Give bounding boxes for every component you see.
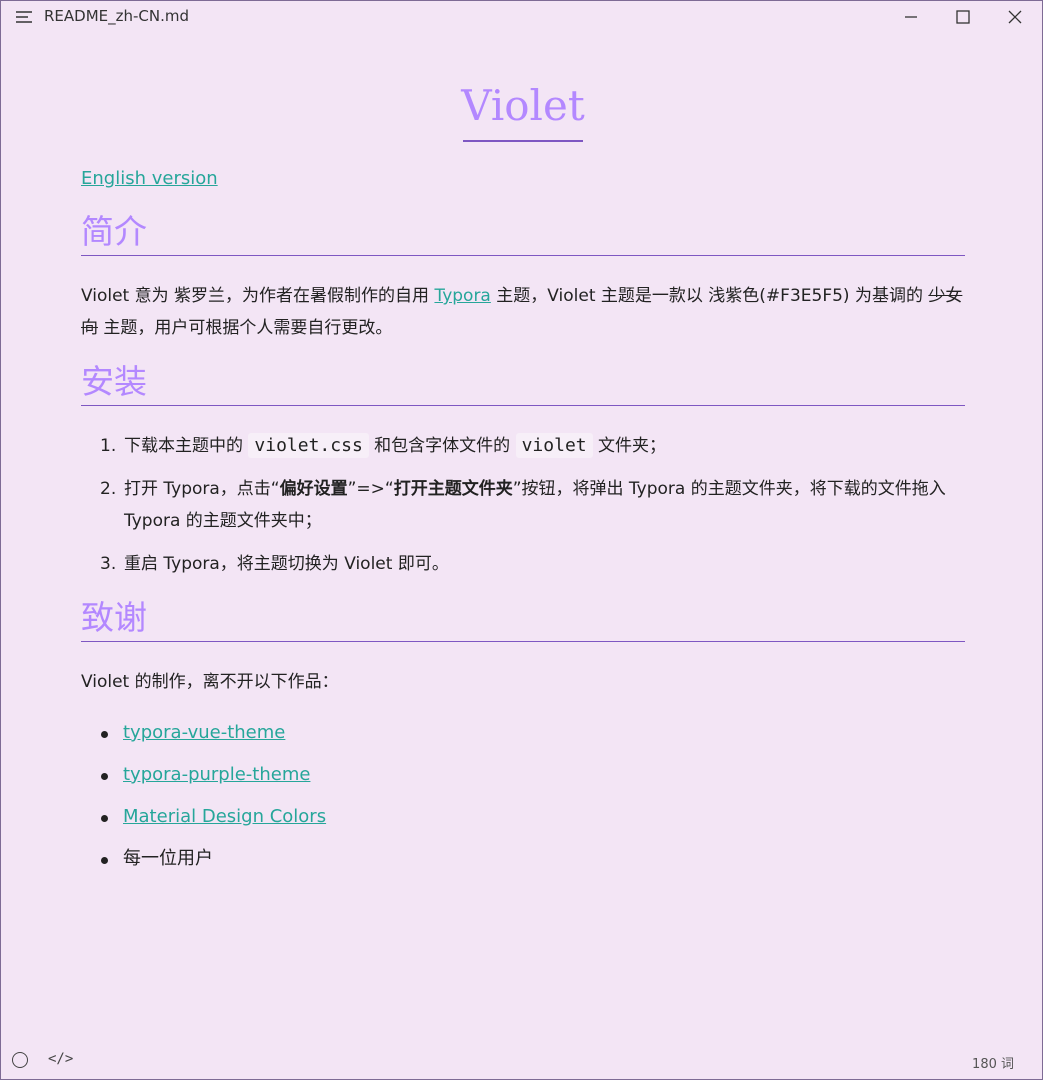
english-version-link[interactable]: English version <box>81 168 218 189</box>
document-title: Violet <box>461 81 585 130</box>
list-item: typora-purple-theme <box>81 759 965 791</box>
thanks-link[interactable]: Material Design Colors <box>123 806 326 827</box>
list-item: 1. 下载本主题中的 violet.css 和包含字体文件的 violet 文件… <box>81 430 965 462</box>
app-window: README_zh-CN.md Violet English version 简… <box>0 0 1043 1080</box>
list-number: 2. <box>100 479 117 499</box>
list-item: Material Design Colors <box>81 801 965 833</box>
hamburger-menu-icon[interactable] <box>15 9 33 25</box>
list-number: 3. <box>100 554 117 574</box>
bold-text: 偏好设置 <box>279 479 348 499</box>
bullet-icon <box>101 857 108 864</box>
section-heading-intro: 简介 <box>81 211 965 256</box>
section-heading-thanks: 致谢 <box>81 597 965 642</box>
step-text: 打开 Typora，点击“ <box>124 479 280 499</box>
list-number: 1. <box>100 436 117 456</box>
bullet-icon <box>101 731 108 738</box>
step-text: 重启 Typora，将主题切换为 Violet 即可。 <box>124 554 449 574</box>
thanks-list: typora-vue-theme typora-purple-theme Mat… <box>81 717 965 885</box>
thanks-link[interactable]: typora-vue-theme <box>123 722 285 743</box>
window-title: README_zh-CN.md <box>44 7 190 25</box>
thanks-intro: Violet 的制作，离不开以下作品： <box>81 672 339 692</box>
title-bar: README_zh-CN.md <box>1 1 1042 33</box>
intro-text-c: 主题，用户可根据个人需要自行更改。 <box>98 318 393 338</box>
intro-text-b: 主题，Violet 主题是一款以 浅紫色(#F3E5F5) 为基调的 <box>490 286 929 306</box>
intro-text-a: Violet 意为 紫罗兰，为作者在暑假制作的自用 <box>81 286 435 306</box>
list-item: 3. 重启 Typora，将主题切换为 Violet 即可。 <box>81 548 965 580</box>
bullet-icon <box>101 773 108 780</box>
section-heading-install: 安装 <box>81 361 965 406</box>
source-code-icon[interactable]: </> <box>48 1051 73 1067</box>
list-item: typora-vue-theme <box>81 717 965 749</box>
word-count[interactable]: 180 词 <box>972 1053 1014 1072</box>
thanks-link[interactable]: typora-purple-theme <box>123 764 310 785</box>
outline-toggle-icon[interactable] <box>12 1052 28 1068</box>
title-underline <box>463 140 583 142</box>
bullet-icon <box>101 815 108 822</box>
inline-code: violet <box>515 433 593 458</box>
step-text: ”=>“ <box>347 479 394 499</box>
step-text: 文件夹； <box>592 436 667 456</box>
maximize-icon[interactable] <box>953 7 973 27</box>
step-text: 和包含字体文件的 <box>368 436 516 456</box>
typora-link[interactable]: Typora <box>434 286 490 306</box>
thanks-text: 每一位用户 <box>123 848 213 869</box>
inline-code: violet.css <box>248 433 369 458</box>
close-icon[interactable] <box>1005 7 1025 27</box>
bold-text: 打开主题文件夹 <box>393 479 513 499</box>
status-bar: </> 180 词 <box>1 1043 1042 1079</box>
minimize-icon[interactable] <box>901 7 921 27</box>
step-text: 下载本主题中的 <box>124 436 249 456</box>
intro-paragraph: Violet 意为 紫罗兰，为作者在暑假制作的自用 Typora 主题，Viol… <box>81 280 965 344</box>
install-steps-list: 1. 下载本主题中的 violet.css 和包含字体文件的 violet 文件… <box>81 430 965 591</box>
list-item: 每一位用户 <box>81 843 965 875</box>
list-item: 2. 打开 Typora，点击“偏好设置”=>“打开主题文件夹”按钮，将弹出 T… <box>81 473 965 537</box>
